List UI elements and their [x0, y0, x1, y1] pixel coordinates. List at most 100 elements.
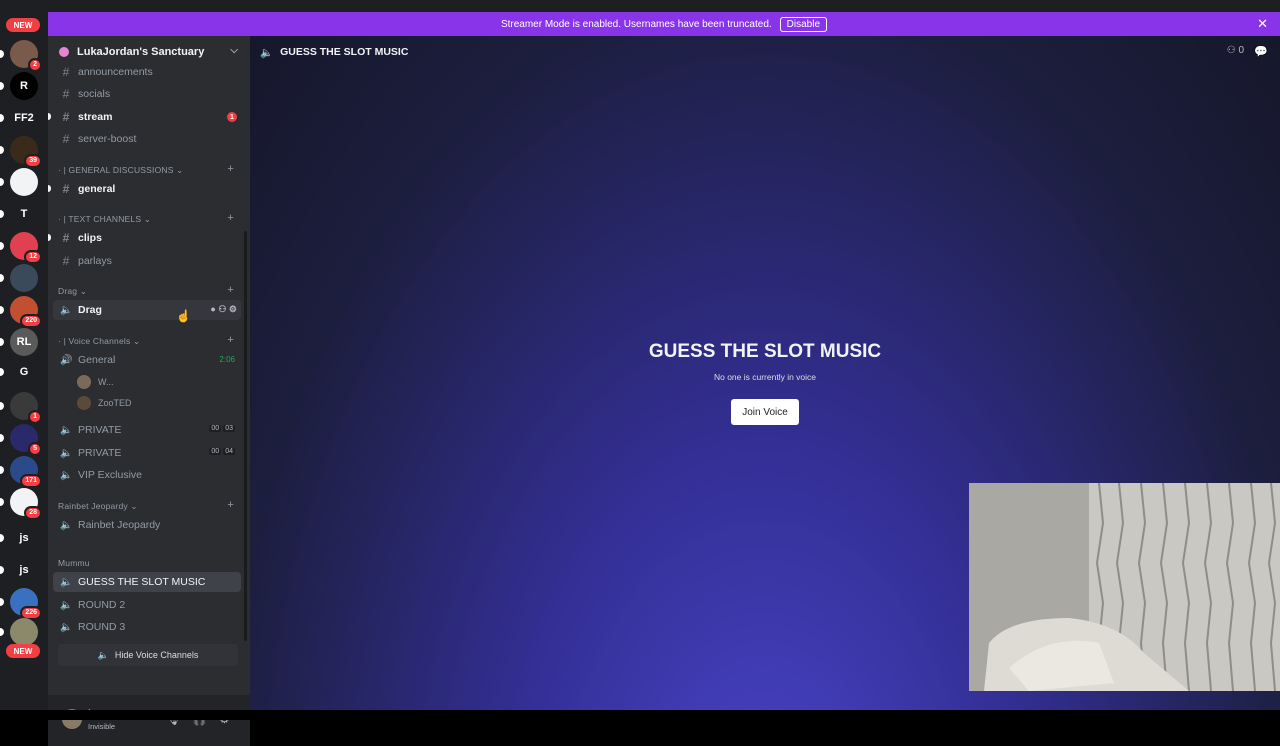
category-mummu[interactable]: Mummu	[58, 556, 238, 570]
category-text-channels[interactable]: · | TEXT CHANNELS ⌄ +	[58, 212, 238, 226]
voice-channel-guess[interactable]: 🔈 GUESS THE SLOT MUSIC	[53, 572, 241, 592]
avatar	[77, 375, 91, 389]
server-icon[interactable]: 220	[10, 296, 42, 328]
webcam-image	[969, 483, 1280, 691]
limit-current: 00	[209, 448, 222, 455]
chat-icon[interactable]: ●	[210, 304, 215, 314]
limit-current: 00	[209, 425, 222, 432]
unread-badge: 28	[24, 506, 42, 520]
unread-badge: 1	[28, 410, 42, 424]
plus-icon[interactable]: +	[227, 212, 234, 224]
voice-channel-drag[interactable]: 🔈 Drag ● ⚇ ⚙	[53, 300, 241, 320]
disable-button[interactable]: Disable	[779, 16, 828, 32]
voice-channel-round-2[interactable]: 🔈 ROUND 2	[53, 595, 241, 615]
hash-icon: #	[62, 132, 70, 146]
unread-pip	[0, 466, 4, 474]
channel-header: 🔈 GUESS THE SLOT MUSIC ⚇ 0 💬	[250, 36, 1280, 68]
category-general-discussions[interactable]: · | GENERAL DISCUSSIONS ⌄ +	[58, 163, 238, 177]
banner-text: Streamer Mode is enabled. Usernames have…	[500, 18, 772, 30]
category-voice-channels[interactable]: · | Voice Channels ⌄ +	[58, 334, 238, 348]
voice-channel-private[interactable]: 🔈 PRIVATE 00 04	[53, 443, 241, 463]
channel-server-boost[interactable]: # server-boost	[53, 129, 241, 149]
server-icon[interactable]: R	[10, 72, 38, 100]
server-icon[interactable]: 39	[10, 136, 42, 168]
channel-socials[interactable]: # socials	[53, 84, 241, 104]
speaker-icon: 🔈	[60, 469, 73, 481]
channel-clips[interactable]: # clips	[48, 228, 241, 248]
chat-icon[interactable]: 💬	[1254, 45, 1268, 58]
server-icon[interactable]: 5	[10, 424, 42, 456]
server-icon[interactable]: G	[10, 358, 38, 386]
voice-channel-vip[interactable]: 🔈 VIP Exclusive	[53, 465, 241, 485]
channel-stream[interactable]: # stream 1	[48, 107, 241, 127]
server-icon[interactable]	[10, 618, 38, 646]
speaker-icon: 🔈	[60, 519, 73, 531]
server-icon[interactable]: js	[10, 556, 38, 584]
channel-parlays[interactable]: # parlays	[53, 251, 241, 271]
voice-user[interactable]: ZooTED	[77, 394, 237, 412]
unread-pip	[0, 210, 4, 218]
category-label: Mummu	[58, 558, 90, 568]
server-icon[interactable]: js	[10, 524, 38, 552]
voice-channel-private[interactable]: 🔈 PRIVATE 00 03	[53, 420, 241, 440]
channel-sidebar: LukaJordan's Sanctuary ⌵ # announcements …	[48, 36, 250, 746]
channel-label: announcements	[78, 66, 153, 78]
unread-indicator	[48, 113, 51, 120]
category-rainbet-jeopardy[interactable]: Rainbet Jeopardy ⌄ +	[58, 499, 238, 513]
server-icon[interactable]	[10, 264, 38, 292]
avatar	[77, 396, 91, 410]
channel-label: ROUND 2	[78, 599, 126, 611]
speaker-icon: 🔈	[60, 621, 73, 633]
channel-general[interactable]: # general	[48, 179, 241, 199]
server-icon[interactable]: FF2	[10, 104, 38, 132]
plus-icon[interactable]: +	[227, 334, 234, 346]
speaker-icon: 🔈	[260, 46, 274, 59]
unread-badge: 5	[28, 442, 42, 456]
channel-announcements[interactable]: # announcements	[53, 62, 241, 82]
plus-icon[interactable]: +	[227, 499, 234, 511]
hide-voice-channels-button[interactable]: 🔈 Hide Voice Channels	[58, 644, 238, 666]
gear-icon[interactable]: ⚙	[229, 304, 237, 314]
unread-pip	[0, 242, 4, 250]
server-icon[interactable]: RL	[10, 328, 38, 356]
close-icon[interactable]: ✕	[1257, 16, 1268, 32]
server-icon[interactable]: 12	[10, 232, 42, 264]
join-voice-button[interactable]: Join Voice	[731, 399, 799, 425]
unread-pip	[0, 146, 4, 154]
member-count[interactable]: ⚇ 0	[1227, 45, 1244, 56]
new-badge: NEW	[6, 18, 40, 32]
plus-icon[interactable]: +	[227, 284, 234, 296]
server-icon[interactable]: T	[10, 200, 38, 228]
user-limit: 00 03	[207, 425, 235, 432]
mention-badge: 1	[227, 112, 237, 122]
category-drag[interactable]: Drag ⌄ +	[58, 284, 238, 298]
unread-pip	[0, 566, 4, 574]
server-icon[interactable]	[10, 168, 38, 196]
limit-max: 03	[223, 425, 235, 432]
unread-indicator	[48, 185, 51, 192]
unread-pip	[0, 306, 4, 314]
voice-timer: 2:06	[219, 355, 235, 364]
server-icon[interactable]: 1	[10, 392, 42, 424]
plus-icon[interactable]: +	[227, 163, 234, 175]
hash-icon: #	[62, 110, 70, 124]
voice-user[interactable]: W...	[77, 373, 237, 391]
voice-channel-rainbet[interactable]: 🔈 Rainbet Jeopardy	[53, 515, 241, 535]
invite-icon[interactable]: ⚇	[218, 304, 226, 314]
category-label: · | GENERAL DISCUSSIONS	[58, 165, 174, 175]
chevron-down-icon: ⌵	[230, 45, 238, 56]
voice-channel-round-3[interactable]: 🔈 ROUND 3	[53, 617, 241, 637]
category-label: Drag	[58, 286, 78, 296]
speaker-icon: 🔊	[60, 354, 73, 366]
server-icon[interactable]: 171	[10, 456, 42, 488]
channel-label: GUESS THE SLOT MUSIC	[78, 576, 206, 588]
unread-pip	[0, 50, 4, 58]
scrollbar[interactable]	[244, 231, 247, 641]
server-icon[interactable]: 2	[10, 40, 42, 72]
server-icon[interactable]: 28	[10, 488, 42, 520]
server-rail: NEW 2 R FF2 39 T 12 220 RL G 1 5 171 28 js js 226 NEW	[0, 12, 48, 710]
server-icon[interactable]: 226	[10, 588, 42, 620]
channel-label: general	[78, 183, 116, 195]
voice-channel-general[interactable]: 🔊 General 2:06	[53, 350, 241, 370]
category-label: Rainbet Jeopardy	[58, 501, 128, 511]
